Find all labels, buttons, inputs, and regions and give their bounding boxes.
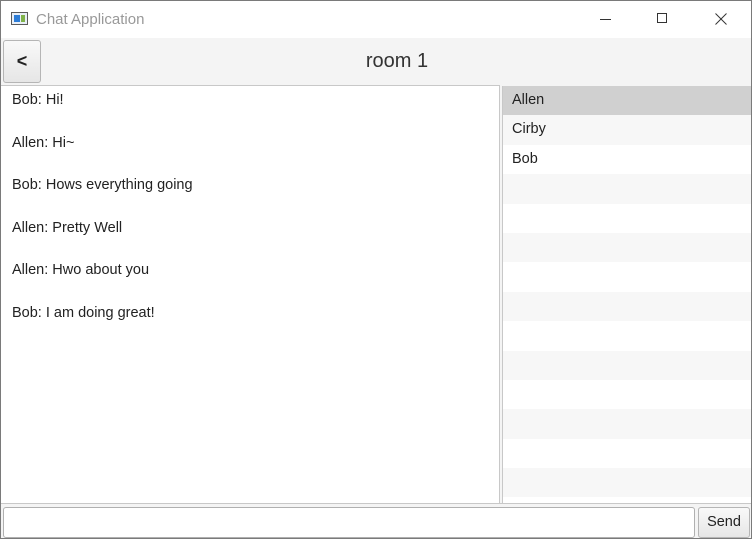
empty-list-row — [503, 438, 751, 469]
chat-message: Allen: Hi~ — [12, 135, 75, 151]
chat-window: Chat Application < room 1 Bob: Hi! Allen… — [0, 0, 752, 539]
chat-message: Bob: I am doing great! — [12, 305, 155, 321]
title-bar[interactable]: Chat Application — [1, 1, 751, 38]
minimize-icon[interactable] — [584, 1, 630, 38]
user-list-item[interactable]: Allen — [503, 86, 751, 116]
chat-message: Bob: Hi! — [12, 92, 64, 108]
chat-message: Allen: Pretty Well — [12, 220, 123, 236]
empty-list-row — [503, 321, 751, 351]
room-title: room 1 — [365, 50, 429, 72]
user-list-item[interactable]: Bob — [503, 144, 751, 175]
chat-message: Allen: Hwo about you — [12, 262, 150, 278]
message-list[interactable]: Bob: Hi! Allen: Hi~ Bob: Hows everything… — [1, 85, 500, 503]
composer-bar: Send — [1, 503, 751, 538]
empty-list-row — [503, 379, 751, 410]
send-button[interactable]: Send — [698, 507, 750, 538]
empty-list-row — [503, 409, 751, 439]
empty-list-row — [503, 350, 751, 380]
empty-list-row — [503, 291, 751, 322]
message-input[interactable] — [3, 507, 695, 538]
window-title: Chat Application — [36, 11, 145, 28]
chat-message: Bob: Hows everything going — [12, 177, 193, 193]
empty-list-row — [503, 174, 751, 204]
empty-list-row — [503, 203, 751, 233]
user-list[interactable]: Allen Cirby Bob — [502, 86, 751, 503]
app-window-icon — [11, 12, 28, 25]
empty-list-row — [503, 468, 751, 498]
maximize-icon[interactable] — [640, 1, 686, 38]
user-list-item[interactable]: Cirby — [503, 115, 751, 145]
empty-list-row — [503, 262, 751, 292]
room-header: < room 1 — [1, 38, 751, 85]
close-icon[interactable] — [698, 1, 744, 38]
empty-list-row — [503, 232, 751, 263]
